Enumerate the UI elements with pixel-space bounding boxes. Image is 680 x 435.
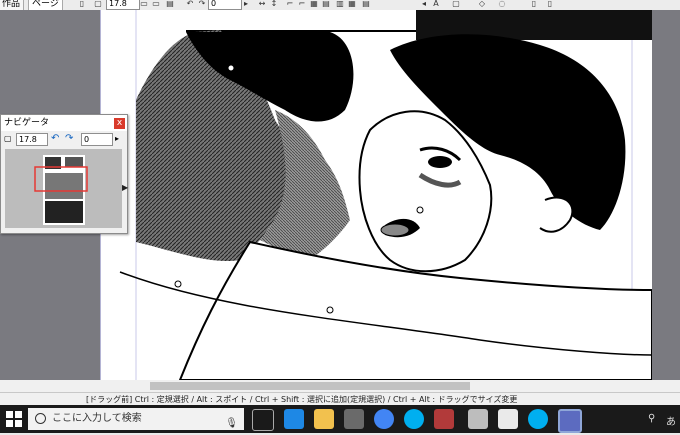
zoom-field[interactable]: 17.8 (106, 0, 140, 10)
ime-indicator[interactable]: あ (666, 413, 676, 428)
taskbar: ここに入力して検索 🎙 ⚲ あ (0, 405, 680, 433)
tone-icon[interactable]: ▦ (348, 0, 356, 8)
flip-horizontal-icon[interactable]: ↔ (258, 0, 266, 8)
page-icon[interactable]: ▯ (78, 0, 86, 8)
fill-icon[interactable]: ▯ (546, 0, 554, 8)
text-tool-icon[interactable]: A (432, 0, 440, 8)
game-icon[interactable] (468, 409, 488, 429)
horizontal-scrollbar[interactable] (0, 380, 680, 392)
ruler-settings-icon[interactable]: ▯ (530, 0, 538, 8)
status-bar: [ドラッグ前] Ctrl : 定規選択 / Alt : スポイト / Ctrl … (0, 392, 680, 405)
manga-page[interactable] (99, 10, 653, 380)
store-icon[interactable] (344, 409, 364, 429)
scroll-left-icon[interactable]: ◂ (420, 0, 428, 8)
navigator-preview[interactable] (5, 149, 122, 228)
panel-collapse-icon[interactable]: ▶ (122, 183, 128, 192)
skype-icon[interactable] (404, 409, 424, 429)
rotate-field[interactable]: 0 (208, 0, 242, 10)
transform-icon[interactable]: ◇ (478, 0, 486, 8)
navigator-title[interactable]: ナビゲータ (1, 115, 127, 131)
skype-icon-2[interactable] (528, 409, 548, 429)
ruler-icon[interactable]: ⌐ (286, 0, 294, 8)
navigator-zoom-field[interactable]: 17.8 (16, 133, 48, 146)
reset-rotation-icon[interactable]: ▸ (242, 0, 250, 8)
mail-icon[interactable] (498, 409, 518, 429)
windows-start-icon[interactable] (6, 411, 22, 427)
clip-studio-icon[interactable] (558, 409, 582, 433)
rotate-right-icon[interactable]: ↷ (65, 133, 73, 144)
zoom-out-icon[interactable]: ▢ (94, 0, 102, 8)
navigator-rotate-field[interactable]: 0 (81, 133, 113, 146)
flip-vertical-icon[interactable]: ↕ (270, 0, 278, 8)
edge-icon[interactable] (284, 409, 304, 429)
layer-icon[interactable]: ▥ (336, 0, 344, 8)
chevron-right-icon[interactable]: ▸ (115, 134, 119, 143)
microphone-icon[interactable]: 🎙 (225, 413, 238, 435)
close-icon[interactable]: x (114, 118, 125, 129)
rotate-left-icon[interactable]: ↶ (51, 133, 59, 144)
expand-icon[interactable]: ◌ (498, 0, 506, 8)
chrome-icon[interactable] (374, 409, 394, 429)
manga-artwork (99, 10, 653, 380)
page-thumbnail (34, 155, 88, 225)
task-view-icon[interactable] (252, 409, 274, 431)
rotate-right-icon[interactable]: ↷ (198, 0, 206, 8)
selection-icon[interactable]: ▢ (452, 0, 460, 8)
user-icon[interactable]: ⚲ (648, 413, 655, 424)
rotate-left-icon[interactable]: ↶ (186, 0, 194, 8)
fit-page-icon[interactable]: ▭ (140, 0, 148, 8)
guide-icon[interactable]: ▤ (322, 0, 330, 8)
scroll-thumb[interactable] (150, 382, 470, 390)
grid-icon[interactable]: ▦ (310, 0, 318, 8)
snap-icon[interactable]: ⌐ (298, 0, 306, 8)
zoom-out-icon[interactable]: ▢ (4, 134, 12, 143)
actual-size-icon[interactable]: ▤ (166, 0, 174, 8)
panel-icon[interactable]: ▤ (362, 0, 370, 8)
taskbar-search[interactable]: ここに入力して検索 🎙 (28, 408, 244, 430)
app-icon[interactable] (434, 409, 454, 429)
search-icon (35, 413, 46, 424)
navigator-toolbar: ▢ 17.8 ↶ ↷ 0 ▸ (1, 132, 127, 146)
fit-screen-icon[interactable]: ▭ (152, 0, 160, 8)
file-explorer-icon[interactable] (314, 409, 334, 429)
navigator-panel[interactable]: ナビゲータ x ▢ 17.8 ↶ ↷ 0 ▸ (0, 114, 128, 234)
search-placeholder: ここに入力して検索 (52, 413, 142, 424)
